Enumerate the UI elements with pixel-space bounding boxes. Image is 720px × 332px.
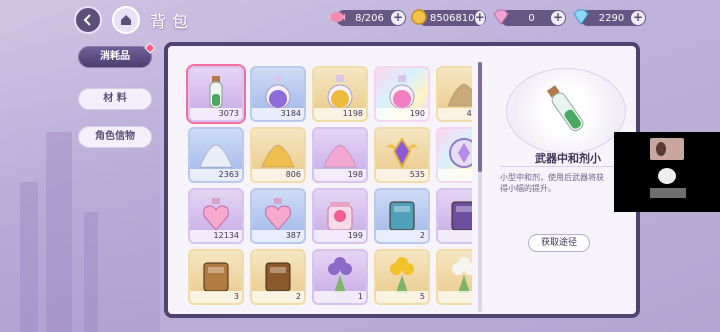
item-count: 12134 [190,230,242,242]
tab-consumables-label: 消耗品 [100,51,130,62]
inventory-item[interactable]: 107 [436,127,472,183]
inventory-panel: 3073 3184 1198 190 4350 2363 806 198 535 107 12134… [164,42,640,318]
inventory-item[interactable]: 2363 [188,127,244,183]
item-count: 199 [314,230,366,242]
gold-dust-pile-icon [261,144,295,168]
inventory-item[interactable]: 4350 [436,66,472,122]
inventory-item[interactable]: 12 [436,188,472,244]
scrollbar-thumb[interactable] [478,62,482,172]
item-count: 2 [376,230,428,242]
inventory-item[interactable]: 198 [312,127,368,183]
item-count: 535 [376,169,428,181]
item-count: 13 [438,291,472,303]
resource-pink-diamond: 0 + [493,9,566,26]
crystal-emblem-icon [449,138,472,168]
green-potion-bottle-icon [209,76,223,109]
item-count: 3073 [190,108,242,120]
detail-art-frame [506,68,626,154]
tab-consumables[interactable]: 消耗品 [78,42,156,68]
sunflower-bouquet-icon [390,257,414,293]
blue-book-icon [389,201,415,231]
inventory-item[interactable]: 13 [436,249,472,305]
resource-stamina: 8/206 + [329,10,406,26]
inventory-item[interactable]: 1 [312,249,368,305]
lavender-bouquet-icon [328,257,352,293]
sand-dust-pile-icon [447,83,472,107]
background-castle [0,30,160,332]
item-grid: 3073 3184 1198 190 4350 2363 806 198 535 107 12134… [182,60,472,322]
green-potion-bottle-icon [546,85,584,132]
pink-dust-pile-icon [323,144,357,168]
add-blue-diamond-button[interactable]: + [631,11,645,25]
item-count: 5 [376,291,428,303]
item-count: 3184 [252,108,304,120]
overlay-caption [650,188,686,198]
grid-scrollbar[interactable] [478,62,482,312]
gold-coin-icon [411,9,427,25]
inventory-item[interactable]: 806 [250,127,306,183]
inventory-item[interactable]: 2 [250,249,306,305]
candy-stamina-icon [329,12,345,22]
inventory-item[interactable]: 199 [312,188,368,244]
item-count: 2363 [190,169,242,181]
back-button[interactable] [74,6,102,34]
item-count: 198 [314,169,366,181]
home-button[interactable] [112,6,140,34]
white-bouquet-icon [452,257,472,293]
inventory-item[interactable]: 1198 [312,66,368,122]
top-bar: 背包 8/206 + 8506810 + 0 + 2290 + [0,0,720,36]
item-count: 387 [252,230,304,242]
inventory-item[interactable]: 5 [374,249,430,305]
add-gold-button[interactable]: + [474,11,485,25]
gold-winged-emblem-icon [386,137,418,170]
item-count: 12 [438,230,472,242]
item-count: 190 [376,108,428,120]
tab-materials[interactable]: 材 料 [78,88,152,110]
item-count: 1 [314,291,366,303]
tab-character-tokens[interactable]: 角色信物 [78,126,152,148]
item-count: 4350 [438,108,472,120]
camera-feed [650,138,684,160]
resource-blue-diamond: 2290 + [573,9,646,26]
video-overlay [614,132,720,212]
inventory-item[interactable]: 3073 [188,66,244,122]
heart-cake-jar-icon [327,202,353,231]
add-pink-diamond-button[interactable]: + [551,11,565,25]
pink-potion-flask-icon [389,75,415,110]
cat-sticker [658,168,676,184]
gold-tree-book-icon [265,262,291,292]
home-icon [121,15,131,25]
inventory-item[interactable]: 3 [188,249,244,305]
blue-diamond-icon [573,9,589,25]
item-count: 2 [252,291,304,303]
brown-book-icon [203,262,229,292]
pink-diamond-icon [493,9,509,25]
heart-bottle-icon [203,198,229,231]
item-count: 107 [438,169,472,181]
inventory-item[interactable]: 12134 [188,188,244,244]
item-count: 1198 [314,108,366,120]
tab-character-tokens-label: 角色信物 [95,131,135,142]
add-stamina-button[interactable]: + [391,11,405,25]
inventory-item[interactable]: 387 [250,188,306,244]
gold-potion-flask-icon [327,75,353,110]
mystery-book-icon [451,201,472,231]
inventory-item[interactable]: 3184 [250,66,306,122]
heart-flask-icon [265,198,291,231]
tab-materials-label: 材 料 [103,93,127,104]
resource-gold: 8506810 + [411,9,486,26]
white-dust-pile-icon [199,144,233,168]
purple-potion-flask-icon [265,75,291,110]
inventory-item[interactable]: 190 [374,66,430,122]
back-arrow-icon [83,14,91,26]
inventory-item[interactable]: 2 [374,188,430,244]
page-title: 背包 [150,12,195,31]
inventory-item[interactable]: 535 [374,127,430,183]
acquire-source-button[interactable]: 获取途径 [528,234,590,252]
item-count: 3 [190,291,242,303]
item-count: 806 [252,169,304,181]
